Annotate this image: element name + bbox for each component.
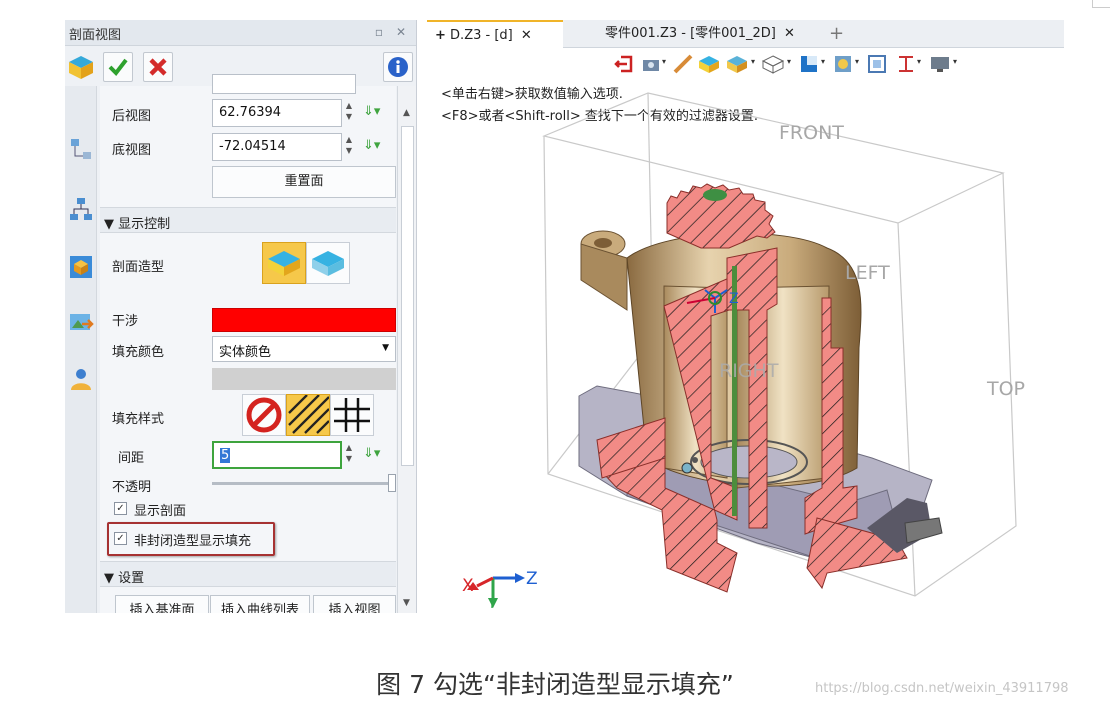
hidden-field[interactable] — [212, 74, 356, 94]
scroll-up-icon[interactable]: ▲ — [403, 108, 410, 118]
view-cube-icon[interactable] — [68, 254, 94, 280]
section-shape-label: 剖面造型 — [112, 260, 165, 275]
insert-view-button[interactable]: 插入视图 — [313, 595, 396, 613]
no-fill-icon — [246, 397, 282, 433]
fill-color-select[interactable]: 实体颜色 ▼ — [212, 336, 396, 362]
cross-icon — [149, 58, 167, 76]
pick-arrow-icon[interactable]: ⇓▾ — [363, 446, 389, 466]
left-icon-strip — [65, 86, 97, 613]
display-control-title: 显示控制 — [118, 217, 171, 232]
bottom-view-label: 底视图 — [112, 143, 152, 158]
scrollbar-thumb[interactable] — [401, 126, 414, 466]
settings-header[interactable]: ▼ 设置 — [100, 561, 396, 587]
axis-y-label: Y — [488, 597, 496, 612]
panel-content: 后视图 62.76394 ▲ ▼ ⇓▾ 底视图 -72.04514 ▲ ▼ ⇓▾ 重… — [100, 74, 396, 613]
cancel-button[interactable] — [143, 52, 173, 82]
fill-grid-button[interactable] — [330, 394, 374, 436]
document-tabs: + D.Z3 - [d] ✕ 零件001.Z3 - [零件001_2D] ✕ + — [427, 20, 1064, 48]
axis-z-label: Z — [526, 569, 538, 589]
info-button[interactable] — [383, 52, 413, 82]
panel-scrollbar[interactable]: ▲ ▼ — [397, 86, 416, 613]
rear-view-input[interactable]: 62.76394 — [212, 99, 342, 127]
svg-text:Z: Z — [729, 291, 739, 307]
info-icon — [388, 57, 408, 77]
non-closed-fill-label: 非封闭造型显示填充 — [134, 534, 252, 549]
hollow-section-icon — [312, 251, 344, 276]
section-cube-icon[interactable] — [65, 52, 97, 82]
hierarchy-icon[interactable] — [68, 196, 94, 222]
insert-datum-button[interactable]: 插入基准面 — [115, 595, 209, 613]
pin-icon[interactable]: ▫ — [371, 24, 387, 40]
spacing-input[interactable]: 5 — [212, 441, 342, 469]
opacity-slider-handle[interactable] — [388, 474, 396, 492]
rear-view-spinner[interactable]: ▲ ▼ — [342, 100, 356, 126]
dropdown-arrow-icon: ▼ — [382, 343, 389, 353]
grid-fill-icon — [334, 398, 370, 432]
axis-x-label: X — [462, 576, 474, 596]
show-section-label: 显示剖面 — [134, 504, 187, 519]
new-tab-plus-icon: + — [435, 28, 446, 43]
tab-part001[interactable]: 零件001.Z3 - [零件001_2D] ✕ — [597, 20, 817, 48]
check-icon — [108, 58, 128, 77]
fill-color-preview — [212, 368, 396, 390]
opacity-slider-track[interactable] — [212, 482, 392, 485]
assembly-tree-icon[interactable] — [68, 136, 94, 162]
panel-title: 剖面视图 — [69, 28, 122, 43]
rear-view-label: 后视图 — [112, 109, 152, 124]
close-tab-icon[interactable]: ✕ — [784, 26, 795, 41]
display-control-header[interactable]: ▼ 显示控制 — [100, 207, 396, 233]
section-view-panel: 剖面视图 ▫ ✕ 后视图 62.76394 ▲ ▼ ⇓▾ 底视图 -72.0451… — [65, 20, 417, 613]
image-export-icon[interactable] — [68, 310, 94, 336]
interference-label: 干涉 — [112, 314, 139, 329]
section-model[interactable]: Z — [427, 48, 1064, 613]
left-label: LEFT — [845, 262, 890, 284]
pick-arrow-icon[interactable]: ⇓▾ — [363, 104, 389, 124]
top-label: TOP — [987, 378, 1026, 400]
interference-color-swatch[interactable] — [212, 308, 396, 332]
tab-part001-label: 零件001.Z3 - [零件001_2D] — [605, 26, 776, 41]
tab-dz3-label: D.Z3 - [d] — [450, 28, 513, 43]
3d-viewport[interactable]: ▾ ▾ ▾ ▾ ▾ ▾ ▾ <单击右键>获取数值输入选项. <F8>或者<Shi… — [427, 48, 1064, 613]
spacing-spinner[interactable]: ▲ ▼ — [342, 442, 356, 468]
close-tab-icon[interactable]: ✕ — [521, 28, 532, 43]
watermark: https://blog.csdn.net/weixin_43911798 — [815, 681, 1069, 696]
reset-plane-button[interactable]: 重置面 — [212, 166, 396, 198]
solid-section-icon — [268, 251, 300, 276]
show-section-checkbox[interactable]: ✓ — [114, 502, 127, 515]
tab-dz3[interactable]: + D.Z3 - [d] ✕ — [427, 20, 563, 48]
bottom-view-input[interactable]: -72.04514 — [212, 133, 342, 161]
close-icon[interactable]: ✕ — [393, 24, 409, 40]
hatch-fill-icon — [288, 394, 330, 434]
fill-color-value: 实体颜色 — [219, 345, 272, 360]
scroll-down-icon[interactable]: ▼ — [403, 598, 410, 608]
spacing-label: 间距 — [118, 451, 145, 466]
section-shape-solid-button[interactable] — [262, 242, 306, 284]
user-icon[interactable] — [68, 366, 94, 392]
spacing-value: 5 — [220, 448, 231, 463]
fill-color-label: 填充颜色 — [112, 345, 165, 360]
add-tab-icon[interactable]: + — [829, 23, 844, 44]
right-label: RIGHT — [719, 360, 779, 382]
fill-hatch-button[interactable] — [286, 394, 330, 436]
opacity-label: 不透明 — [112, 480, 152, 495]
settings-title: 设置 — [118, 571, 145, 586]
section-shape-hollow-button[interactable] — [306, 242, 350, 284]
fill-none-button[interactable] — [242, 394, 286, 436]
front-label: FRONT — [779, 122, 844, 144]
confirm-button[interactable] — [103, 52, 133, 82]
panel-header: 剖面视图 ▫ ✕ — [65, 20, 416, 46]
bottom-view-spinner[interactable]: ▲ ▼ — [342, 134, 356, 160]
page-corner — [1092, 0, 1110, 8]
fill-style-label: 填充样式 — [112, 412, 165, 427]
non-closed-fill-checkbox[interactable]: ✓ — [114, 532, 127, 545]
insert-curve-list-button[interactable]: 插入曲线列表 — [210, 595, 310, 613]
pick-arrow-icon[interactable]: ⇓▾ — [363, 138, 389, 158]
